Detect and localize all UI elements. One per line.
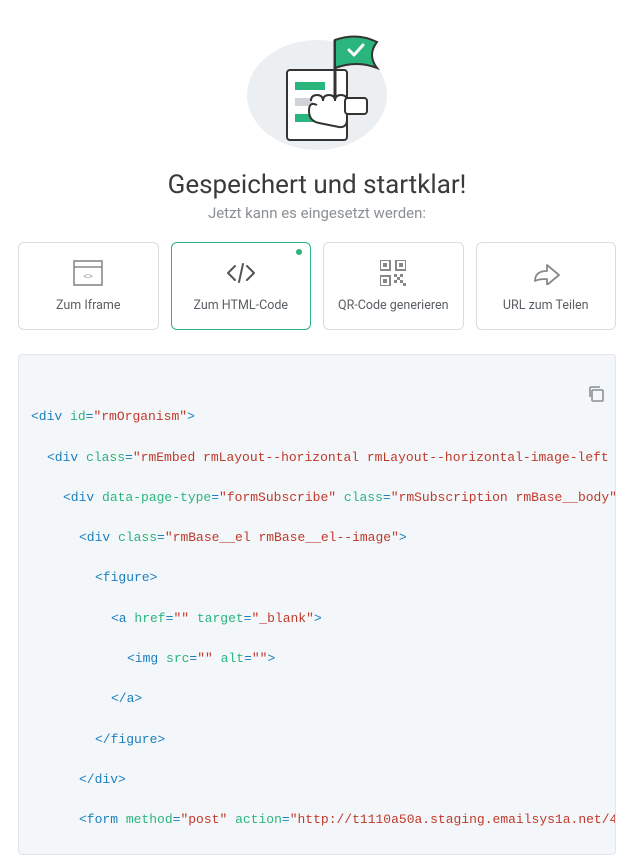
selected-indicator-icon (296, 249, 302, 255)
copy-button[interactable] (556, 365, 605, 430)
option-label: QR-Code generieren (338, 298, 449, 313)
code-line: <div class="rmBase__el rmBase__el--image… (31, 528, 603, 548)
option-label: Zum Iframe (56, 298, 120, 313)
code-line: <div class="rmEmbed rmLayout--horizontal… (31, 448, 603, 468)
svg-text:<>: <> (83, 273, 93, 282)
code-line: <form method="post" action="http://t1110… (31, 810, 603, 830)
html-code-output[interactable]: <div id="rmOrganism"> <div class="rmEmbe… (18, 354, 616, 855)
page-title: Gespeichert und startklar! (18, 170, 616, 200)
code-line: </figure> (31, 730, 603, 750)
code-line: <a href="" target="_blank"> (31, 609, 603, 629)
code-line: </a> (31, 689, 603, 709)
code-icon (224, 258, 258, 288)
code-line: <figure> (31, 568, 603, 588)
code-line: </div> (31, 770, 603, 790)
success-flag-illustration (217, 10, 417, 160)
option-iframe[interactable]: <> Zum Iframe (18, 242, 159, 330)
qr-code-icon (380, 258, 406, 288)
export-options: <> Zum Iframe Zum HTML-Code (18, 242, 616, 330)
page-subtitle: Jetzt kann es eingesetzt werden: (18, 204, 616, 222)
option-html-code[interactable]: Zum HTML-Code (171, 242, 312, 330)
share-icon (531, 258, 561, 288)
option-label: URL zum Teilen (503, 298, 589, 313)
option-share-url[interactable]: URL zum Teilen (476, 242, 617, 330)
code-line: <div id="rmOrganism"> (31, 407, 603, 427)
code-line: <div data-page-type="formSubscribe" clas… (31, 488, 603, 508)
option-label: Zum HTML-Code (193, 298, 288, 313)
code-line: <img src="" alt=""> (31, 649, 603, 669)
hero: Gespeichert und startklar! Jetzt kann es… (18, 10, 616, 222)
option-qr-code[interactable]: QR-Code generieren (323, 242, 464, 330)
iframe-icon: <> (73, 258, 103, 288)
